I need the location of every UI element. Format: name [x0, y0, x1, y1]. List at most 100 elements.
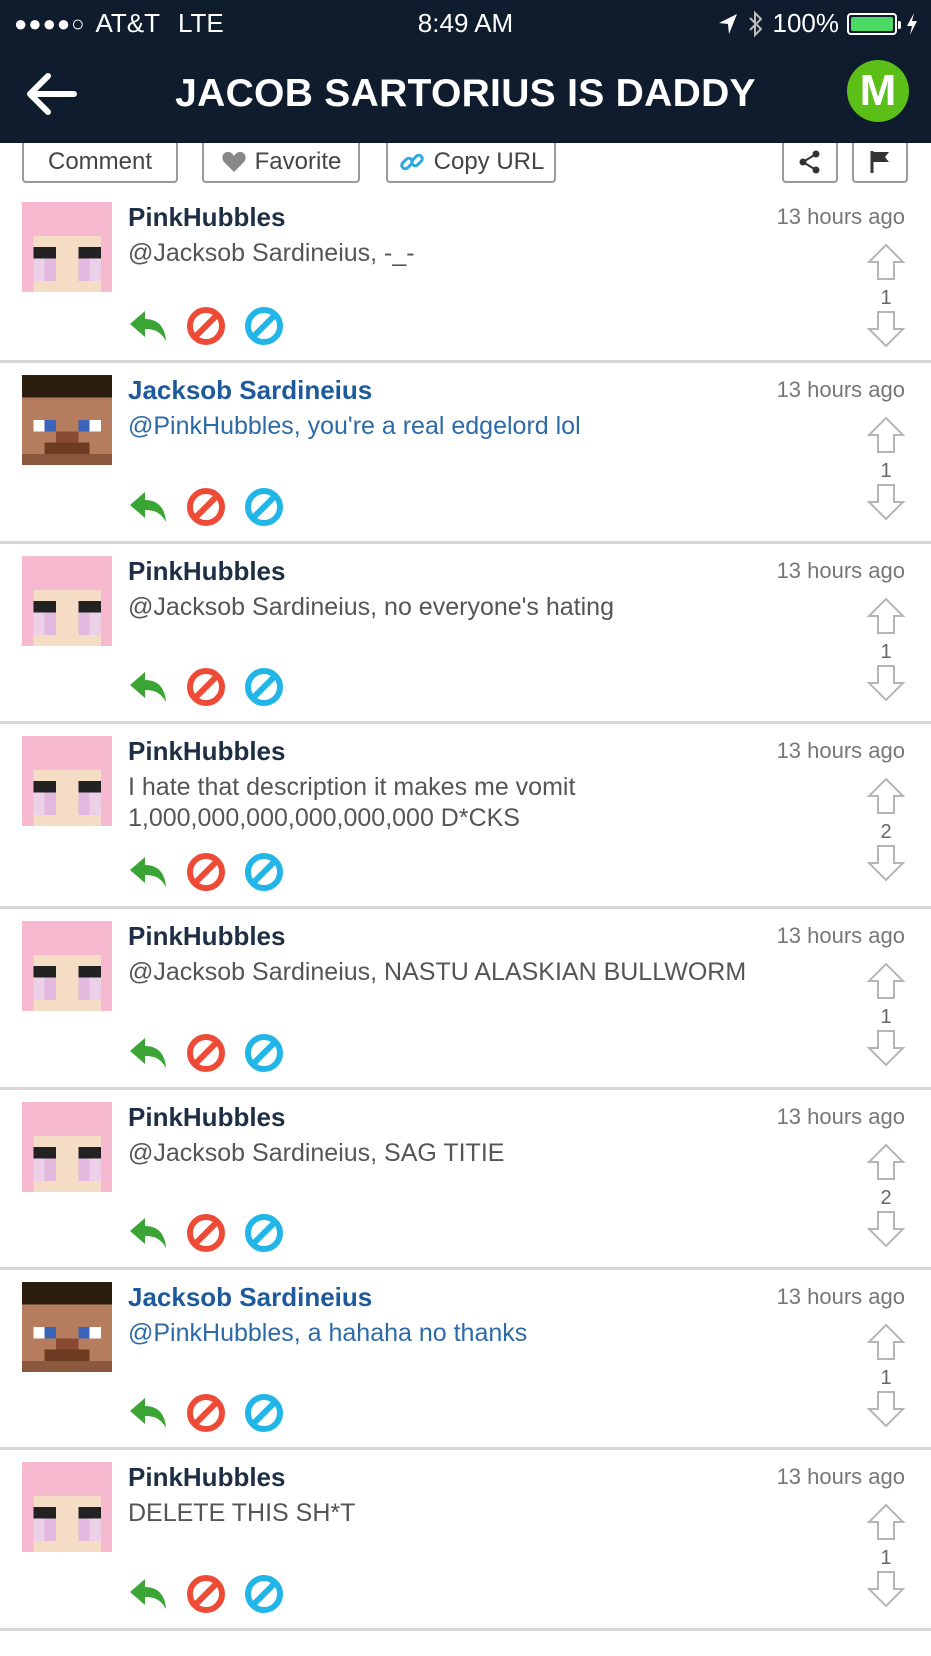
downvote-arrow-icon[interactable]: [863, 482, 909, 527]
comment-actions: [128, 487, 284, 527]
upvote-arrow-icon[interactable]: [863, 242, 909, 287]
avatar[interactable]: [22, 375, 112, 465]
downvote-arrow-icon[interactable]: [863, 663, 909, 708]
downvote-arrow-icon[interactable]: [863, 1209, 909, 1254]
comment-item: PinkHubbles @Jacksob Sardineius, no every…: [0, 544, 931, 724]
share-button[interactable]: [782, 143, 838, 183]
bluetooth-icon: [748, 10, 762, 37]
upvote-arrow-icon[interactable]: [863, 596, 909, 641]
avatar[interactable]: [22, 1282, 112, 1372]
comment-username[interactable]: PinkHubbles: [128, 921, 285, 952]
battery-percent: 100%: [772, 8, 840, 38]
comment-username[interactable]: PinkHubbles: [128, 556, 285, 587]
reply-icon[interactable]: [128, 852, 168, 892]
vote-count: 1: [880, 460, 892, 482]
status-bar: ●●●●○ AT&T LTE 8:49 AM 100%: [0, 0, 931, 46]
avatar[interactable]: [22, 1102, 112, 1192]
avatar[interactable]: [22, 921, 112, 1011]
comment-item: PinkHubbles @Jacksob Sardineius, -_- 13 ho…: [0, 190, 931, 363]
block-icon[interactable]: [186, 1393, 226, 1433]
vote-control: 1: [863, 961, 909, 1073]
block-icon[interactable]: [186, 487, 226, 527]
block-icon[interactable]: [186, 852, 226, 892]
block-icon[interactable]: [186, 1574, 226, 1614]
reply-icon[interactable]: [128, 1213, 168, 1253]
downvote-arrow-icon[interactable]: [863, 309, 909, 354]
comment-item: Jacksob Sardineius @PinkHubbles, you're a…: [0, 363, 931, 544]
favorite-button-label: Favorite: [254, 148, 342, 175]
vote-count: 1: [880, 1367, 892, 1389]
comment-item: PinkHubbles DELETE THIS SH*T 13 hours ago 1: [0, 1450, 931, 1631]
comment-actions: [128, 667, 284, 707]
avatar[interactable]: [22, 556, 112, 646]
reply-icon[interactable]: [128, 306, 168, 346]
hide-icon[interactable]: [244, 1213, 284, 1253]
comment-text: @PinkHubbles, you're a real edgelord lol: [128, 412, 581, 440]
reply-icon[interactable]: [128, 667, 168, 707]
comment-timestamp: 13 hours ago: [776, 1284, 905, 1309]
charging-bolt-icon: [907, 12, 917, 35]
battery-icon: [847, 12, 901, 35]
comment-username[interactable]: PinkHubbles: [128, 202, 285, 233]
vote-control: 1: [863, 242, 909, 354]
downvote-arrow-icon[interactable]: [863, 843, 909, 888]
favorite-button[interactable]: Favorite: [202, 143, 360, 183]
upvote-arrow-icon[interactable]: [863, 415, 909, 460]
comment-username[interactable]: Jacksob Sardineius: [128, 1282, 372, 1313]
comment-text: I hate that description it makes me vomi…: [128, 773, 576, 832]
comment-actions: [128, 1574, 284, 1614]
upvote-arrow-icon[interactable]: [863, 961, 909, 1006]
reply-icon[interactable]: [128, 487, 168, 527]
comment-username[interactable]: Jacksob Sardineius: [128, 375, 372, 406]
hide-icon[interactable]: [244, 667, 284, 707]
action-bar: Comment Favorite Copy URL: [0, 143, 931, 187]
upvote-arrow-icon[interactable]: [863, 1142, 909, 1187]
downvote-arrow-icon[interactable]: [863, 1389, 909, 1434]
comment-text: @Jacksob Sardineius, no everyone's hatin…: [128, 593, 614, 621]
copy-url-button-label: Copy URL: [433, 148, 545, 175]
vote-count: 1: [880, 641, 892, 663]
avatar[interactable]: [22, 1462, 112, 1552]
hide-icon[interactable]: [244, 852, 284, 892]
block-icon[interactable]: [186, 667, 226, 707]
vote-count: 1: [880, 287, 892, 309]
hide-icon[interactable]: [244, 1574, 284, 1614]
report-button[interactable]: [852, 143, 908, 183]
app-logo[interactable]: M: [847, 60, 909, 122]
hide-icon[interactable]: [244, 306, 284, 346]
reply-icon[interactable]: [128, 1574, 168, 1614]
hide-icon[interactable]: [244, 1033, 284, 1073]
block-icon[interactable]: [186, 306, 226, 346]
upvote-arrow-icon[interactable]: [863, 1322, 909, 1367]
comment-timestamp: 13 hours ago: [776, 558, 905, 583]
block-icon[interactable]: [186, 1213, 226, 1253]
copy-url-button[interactable]: Copy URL: [386, 143, 556, 183]
heart-icon: [222, 151, 246, 172]
comment-username[interactable]: PinkHubbles: [128, 736, 285, 767]
vote-control: 1: [863, 596, 909, 708]
downvote-arrow-icon[interactable]: [863, 1569, 909, 1614]
hide-icon[interactable]: [244, 1393, 284, 1433]
block-icon[interactable]: [186, 1033, 226, 1073]
comment-timestamp: 13 hours ago: [776, 923, 905, 948]
comment-actions: [128, 306, 284, 346]
upvote-arrow-icon[interactable]: [863, 1502, 909, 1547]
comment-text: DELETE THIS SH*T: [128, 1499, 356, 1527]
comment-timestamp: 13 hours ago: [776, 377, 905, 402]
comment-item: PinkHubbles @Jacksob Sardineius, SAG TITI…: [0, 1090, 931, 1270]
comment-username[interactable]: PinkHubbles: [128, 1462, 285, 1493]
reply-icon[interactable]: [128, 1393, 168, 1433]
top-bar: ●●●●○ AT&T LTE 8:49 AM 100% JACOB SARTOR…: [0, 0, 931, 143]
downvote-arrow-icon[interactable]: [863, 1028, 909, 1073]
avatar[interactable]: [22, 736, 112, 826]
avatar[interactable]: [22, 202, 112, 292]
upvote-arrow-icon[interactable]: [863, 776, 909, 821]
vote-count: 1: [880, 1006, 892, 1028]
reply-icon[interactable]: [128, 1033, 168, 1073]
hide-icon[interactable]: [244, 487, 284, 527]
comment-timestamp: 13 hours ago: [776, 1104, 905, 1129]
comment-actions: [128, 852, 284, 892]
comment-item: PinkHubbles @Jacksob Sardineius, NASTU AL…: [0, 909, 931, 1090]
comment-username[interactable]: PinkHubbles: [128, 1102, 285, 1133]
comment-button[interactable]: Comment: [22, 143, 178, 183]
